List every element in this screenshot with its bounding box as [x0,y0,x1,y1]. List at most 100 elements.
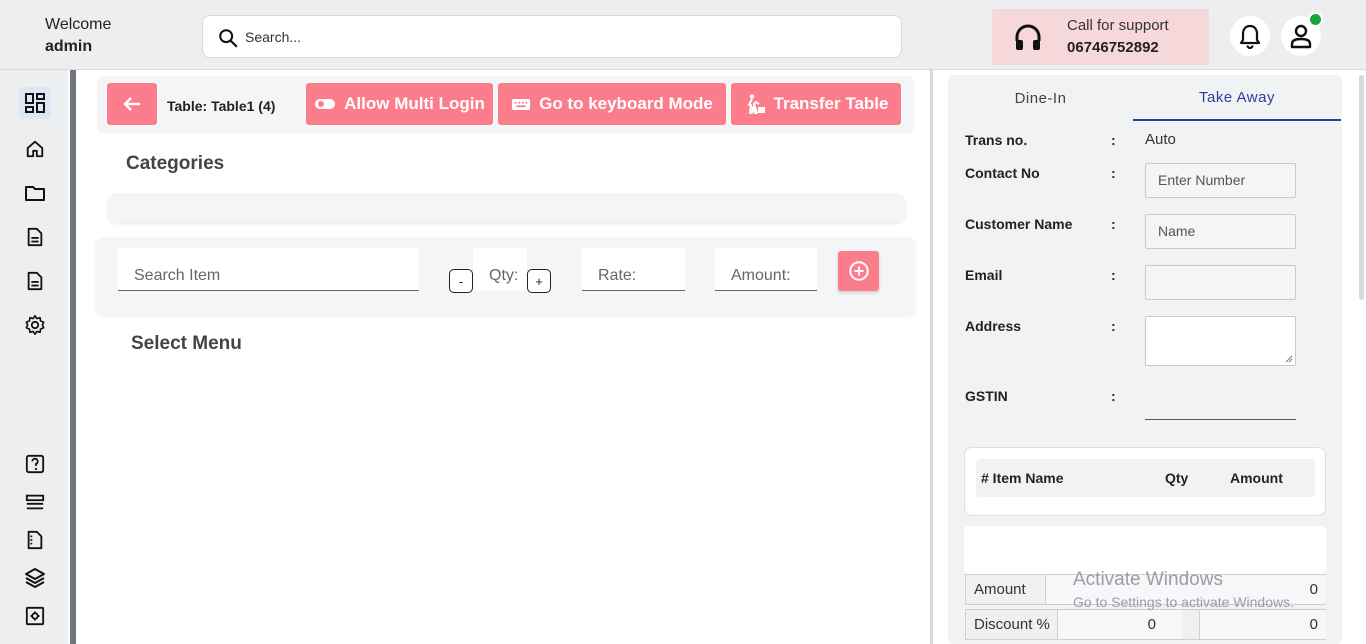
discount-value: 0 [1309,616,1318,633]
address-textarea[interactable] [1145,316,1296,366]
search-item-input[interactable]: Search Item [118,248,419,291]
discount-percent-input[interactable]: 0 [1057,610,1182,639]
sidebar-item-layers[interactable] [19,562,51,594]
sidebar-divider [70,70,76,644]
order-items-list [964,526,1326,574]
summary-discount-row: Discount % 0 0 [965,609,1326,640]
home-icon [26,140,44,158]
sidebar-item-dashboard[interactable] [19,87,51,119]
search-input[interactable]: Search... [202,15,902,58]
document-icon [27,271,43,291]
plus-label: + [535,273,543,289]
welcome-text: Welcome [45,16,112,33]
panel-divider [930,70,933,644]
keyboard-mode-label: Go to keyboard Mode [539,94,713,113]
headphones-icon [1015,24,1041,50]
gstin-label: GSTIN [965,388,1008,404]
support-label: Call for support [1067,17,1169,34]
column-qty: Qty [1165,470,1189,486]
contact-no-input[interactable]: Enter Number [1145,163,1296,198]
bell-icon [1239,24,1261,49]
amount-value: 0 [1309,581,1318,598]
transfer-table-button[interactable]: Transfer Table [731,83,901,125]
plus-circle-icon [848,261,869,281]
discount-label: Discount % [974,616,1050,633]
arrow-left-icon [123,97,140,111]
minus-label: - [458,273,464,289]
support-phone: 06746752892 [1067,39,1159,56]
sidebar [0,70,68,644]
keyboard-mode-button[interactable]: Go to keyboard Mode [498,83,726,125]
sidebar-item-file[interactable] [19,524,51,556]
qty-increment-button[interactable]: + [527,269,551,293]
toggle-icon [315,99,336,109]
sidebar-item-report[interactable] [19,265,51,297]
colon: : [1111,165,1116,181]
folder-icon [25,186,45,201]
discount-percent-value: 0 [1147,616,1156,633]
sidebar-item-folder[interactable] [19,177,51,209]
amount-label: Amount [974,581,1026,598]
online-status-dot [1308,12,1323,27]
tab-take-away[interactable]: Take Away [1133,75,1341,121]
email-input[interactable] [1145,265,1296,300]
customer-name-input[interactable]: Name [1145,214,1296,249]
username: admin [45,38,93,55]
sidebar-item-help[interactable] [19,448,51,480]
user-icon [1290,24,1312,49]
colon: : [1111,388,1116,404]
document-icon [27,227,43,247]
search-icon [219,29,238,48]
amount-input[interactable]: Amount: [715,248,817,291]
amount-placeholder: Amount: [731,267,791,284]
transfer-table-label: Transfer Table [773,94,889,113]
colon: : [1111,267,1116,283]
trans-no-label: Trans no. [965,132,1028,148]
trans-no-value: Auto [1145,131,1176,148]
dashboard-icon [25,93,45,113]
colon: : [1111,318,1116,334]
support-box[interactable]: Call for support 06746752892 [992,9,1209,65]
rate-placeholder: Rate: [598,267,637,284]
sidebar-item-document[interactable] [19,221,51,253]
welcome-block: Welcome admin [45,14,111,58]
customer-name-placeholder: Name [1158,223,1196,239]
qty-placeholder: Qty: [489,267,519,284]
settings-box-icon [25,606,45,626]
qty-decrement-button[interactable]: - [449,269,473,293]
page-scrollbar[interactable] [1359,75,1364,300]
allow-multi-login-button[interactable]: Allow Multi Login [306,83,493,125]
gstin-input[interactable] [1145,419,1296,420]
contact-no-label: Contact No [965,165,1040,181]
file-icon [27,530,43,550]
categories-title: Categories [126,153,225,174]
tab-dine-in[interactable]: Dine-In [948,75,1133,121]
list-icon [25,494,45,510]
discount-value-input[interactable]: 0 [1199,610,1326,639]
sidebar-item-list[interactable] [19,486,51,518]
email-label: Email [965,267,1003,283]
keyboard-icon [512,98,531,110]
allow-multi-login-label: Allow Multi Login [344,94,485,113]
notification-button[interactable] [1230,16,1270,56]
customer-name-label: Customer Name [965,216,1073,232]
contact-no-placeholder: Enter Number [1158,172,1246,188]
add-item-button[interactable] [838,251,879,291]
person-transfer-icon [747,94,765,114]
column-amount: Amount [1230,470,1283,486]
qty-input[interactable]: Qty: [473,248,527,291]
table-label: Table: Table1 (4) [167,98,276,114]
colon: : [1111,132,1116,148]
sidebar-item-settings[interactable] [19,309,51,341]
gear-icon [25,315,45,335]
top-header: Welcome admin Search... Call for support… [0,0,1366,70]
sidebar-item-system[interactable] [19,600,51,632]
order-items-header: # Item Name Qty Amount [976,459,1315,497]
sidebar-item-home[interactable] [19,133,51,165]
help-icon [25,454,45,474]
resize-handle-icon [1285,355,1293,363]
back-button[interactable] [107,83,157,125]
rate-input[interactable]: Rate: [582,248,685,291]
layers-icon [25,568,45,588]
activation-watermark: Activate Windows Go to Settings to activ… [1073,569,1294,610]
